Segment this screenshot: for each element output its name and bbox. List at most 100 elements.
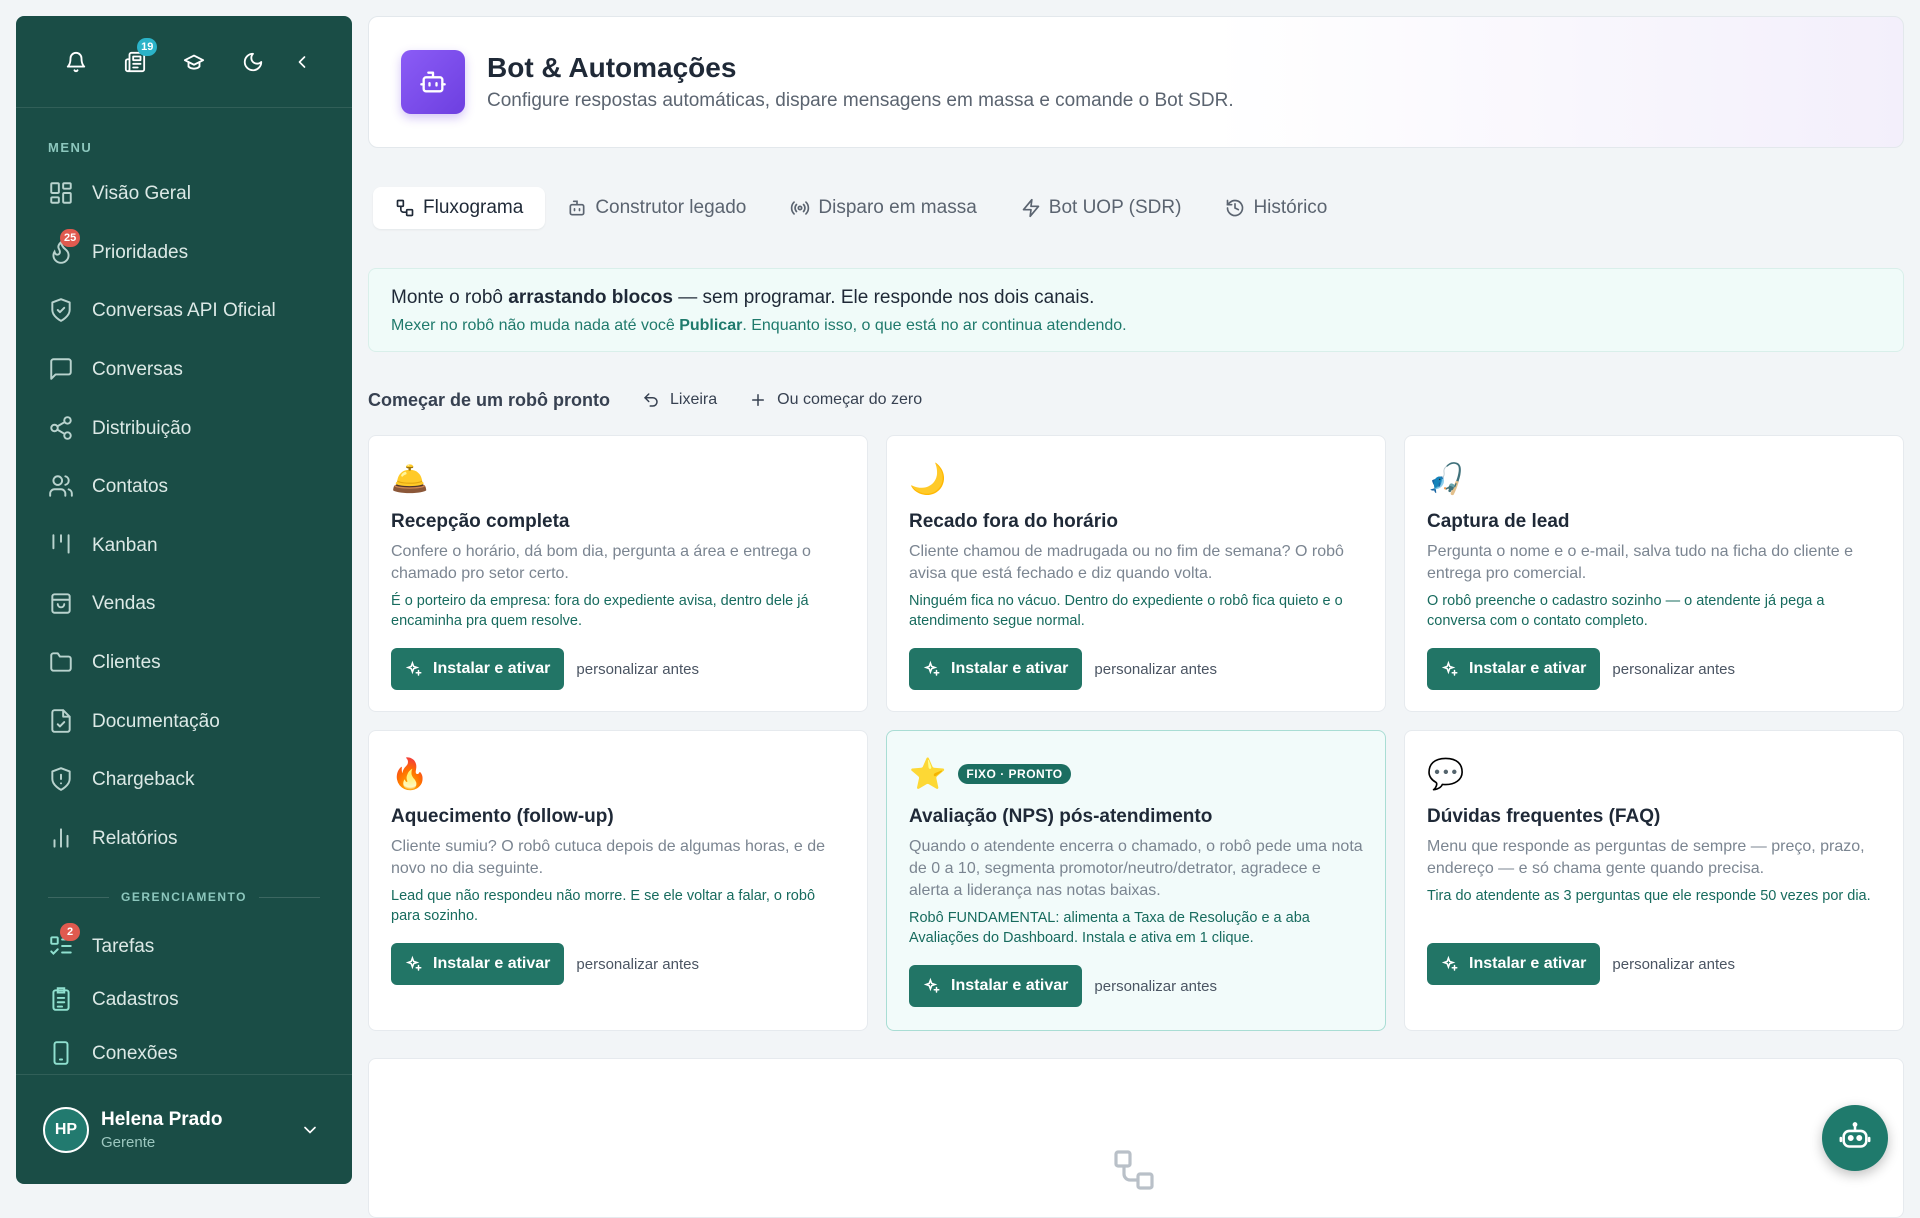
tab-construtor-legado[interactable]: Construtor legado	[545, 187, 768, 229]
customize-link[interactable]: personalizar antes	[1094, 661, 1217, 678]
sidebar-item-vendas[interactable]: Vendas	[16, 575, 352, 634]
chevron-down-icon[interactable]	[300, 1120, 320, 1140]
moon-icon[interactable]	[223, 42, 282, 82]
tab-bot-uop-sdr[interactable]: Bot UOP (SDR)	[999, 187, 1204, 229]
sidebar-item-conexoes[interactable]: Conexões	[16, 1027, 352, 1081]
template-card-captura-de-lead: 🎣 Captura de lead Pergunta o nome e o e-…	[1404, 435, 1904, 712]
customize-link[interactable]: personalizar antes	[576, 661, 699, 678]
sidebar-item-label: Cadastros	[92, 989, 179, 1011]
robot-icon	[1838, 1121, 1872, 1155]
customize-link[interactable]: personalizar antes	[576, 956, 699, 973]
sidebar-item-label: Clientes	[92, 652, 161, 674]
sparkles-icon	[923, 977, 941, 995]
clipboard-icon	[48, 986, 76, 1014]
sidebar-item-conversas-api-oficial[interactable]: Conversas API Oficial	[16, 282, 352, 341]
page-title: Bot & Automações	[487, 52, 737, 83]
start-from-scratch-button[interactable]: Ou começar do zero	[749, 391, 922, 409]
install-button[interactable]: Instalar e ativar	[391, 943, 565, 985]
section-title: Começar de um robô pronto	[368, 389, 611, 410]
tab-disparo-em-massa[interactable]: Disparo em massa	[768, 187, 998, 229]
history-icon	[1225, 198, 1245, 218]
flow-empty-icon	[1110, 1146, 1158, 1194]
templates-section-header: Começar de um robô pronto Lixeira Ou com…	[368, 386, 1904, 414]
card-title: Recado fora do horário	[909, 511, 1119, 532]
template-card-fora-do-horario: 🌙 Recado fora do horário Cliente chamou …	[886, 435, 1386, 712]
sidebar-item-cadastros[interactable]: Cadastros	[16, 974, 352, 1028]
bell-icon[interactable]	[46, 42, 105, 82]
fire-icon: 25	[48, 228, 81, 267]
shield-check-icon	[48, 297, 76, 325]
card-note: Tira do atendente as 3 perguntas que ele…	[1427, 888, 1871, 904]
sidebar-item-conversas[interactable]: Conversas	[16, 341, 352, 400]
sidebar-item-label: Conexões	[92, 1042, 178, 1064]
menu-label: MENU	[48, 140, 93, 155]
broadcast-icon	[790, 198, 810, 218]
info-banner: Monte o robô arrastando blocos — sem pro…	[368, 268, 1904, 352]
fire-icon: 🔥	[391, 757, 429, 791]
info-line-1: Monte o robô arrastando blocos — sem pro…	[391, 287, 1095, 308]
bot-icon	[401, 50, 465, 114]
tab-label: Disparo em massa	[818, 197, 977, 218]
fishing-hook-icon: 🎣	[1427, 462, 1465, 496]
sidebar-item-visao-geral[interactable]: Visão Geral	[16, 165, 352, 224]
undo-icon	[642, 391, 660, 409]
scratch-label: Ou começar do zero	[777, 391, 923, 408]
card-title: Recepção completa	[391, 511, 570, 532]
priority-badge: 25	[60, 228, 81, 247]
shield-alert-icon	[48, 766, 76, 794]
sidebar-item-tarefas[interactable]: 2 Tarefas	[16, 920, 352, 974]
tasks-icon: 2	[48, 922, 80, 961]
sparkles-icon	[1441, 660, 1459, 678]
graduation-cap-icon[interactable]	[164, 42, 223, 82]
install-button[interactable]: Instalar e ativar	[391, 648, 565, 690]
sidebar-item-label: Tarefas	[92, 935, 155, 957]
customize-link[interactable]: personalizar antes	[1612, 661, 1735, 678]
install-button[interactable]: Instalar e ativar	[909, 965, 1083, 1007]
chat-icon	[48, 356, 76, 384]
sidebar-top-icons: 19	[16, 16, 352, 108]
bot-assistant-fab[interactable]	[1822, 1105, 1888, 1171]
sidebar-item-distribuicao[interactable]: Distribuição	[16, 399, 352, 458]
grid-icon	[48, 180, 76, 208]
tab-bar: Fluxograma Construtor legado Disparo em …	[373, 187, 1349, 229]
tab-label: Bot UOP (SDR)	[1048, 197, 1182, 218]
sidebar-item-prioridades[interactable]: 25 Prioridades	[16, 224, 352, 283]
trash-button[interactable]: Lixeira	[642, 391, 717, 409]
avatar: HP	[43, 1106, 89, 1153]
sparkles-icon	[1441, 955, 1459, 973]
tab-fluxograma[interactable]: Fluxograma	[373, 187, 546, 229]
sidebar-item-documentacao[interactable]: Documentação	[16, 692, 352, 751]
user-menu[interactable]: HP Helena Prado Gerente	[16, 1074, 352, 1184]
sidebar-item-relatorios[interactable]: Relatórios	[16, 810, 352, 869]
template-card-nps: ⭐ FIXO · PRONTO Avaliação (NPS) pós-atend…	[886, 730, 1386, 1031]
bar-chart-icon	[48, 825, 76, 853]
sidebar-item-kanban[interactable]: Kanban	[16, 517, 352, 576]
sidebar-item-clientes[interactable]: Clientes	[16, 634, 352, 693]
card-note: É o porteiro da empresa: fora do expedie…	[391, 593, 809, 629]
sidebar-item-contatos[interactable]: Contatos	[16, 458, 352, 517]
card-description: Menu que responde as perguntas de sempre…	[1427, 838, 1865, 877]
install-button[interactable]: Instalar e ativar	[909, 648, 1083, 690]
card-title: Aquecimento (follow-up)	[391, 806, 614, 827]
card-description: Pergunta o nome e o e-mail, salva tudo n…	[1427, 543, 1854, 582]
install-button[interactable]: Instalar e ativar	[1427, 943, 1601, 985]
section-title-gerenciamento: GERENCIAMENTO	[48, 890, 320, 904]
bellhop-bell-icon: 🛎️	[391, 462, 429, 496]
sparkles-icon	[405, 660, 423, 678]
card-description: Cliente chamou de madrugada ou no fim de…	[909, 543, 1344, 582]
template-card-faq: 💬 Dúvidas frequentes (FAQ) Menu que resp…	[1404, 730, 1904, 1031]
kanban-icon	[48, 532, 76, 560]
info-line-2: Mexer no robô não muda nada até você Pub…	[391, 317, 1127, 334]
newspaper-icon[interactable]: 19	[105, 37, 164, 82]
sidebar-item-chargeback[interactable]: Chargeback	[16, 751, 352, 810]
tab-historico[interactable]: Histórico	[1203, 187, 1349, 229]
install-button[interactable]: Instalar e ativar	[1427, 648, 1601, 690]
customize-link[interactable]: personalizar antes	[1612, 956, 1735, 973]
tab-label: Fluxograma	[423, 197, 524, 218]
star-icon: ⭐	[909, 757, 947, 791]
flow-canvas-panel	[368, 1058, 1904, 1218]
sidebar-item-label: Documentação	[92, 710, 220, 732]
plus-icon	[749, 391, 767, 409]
customize-link[interactable]: personalizar antes	[1094, 978, 1217, 995]
collapse-chevron-icon[interactable]	[283, 42, 322, 82]
